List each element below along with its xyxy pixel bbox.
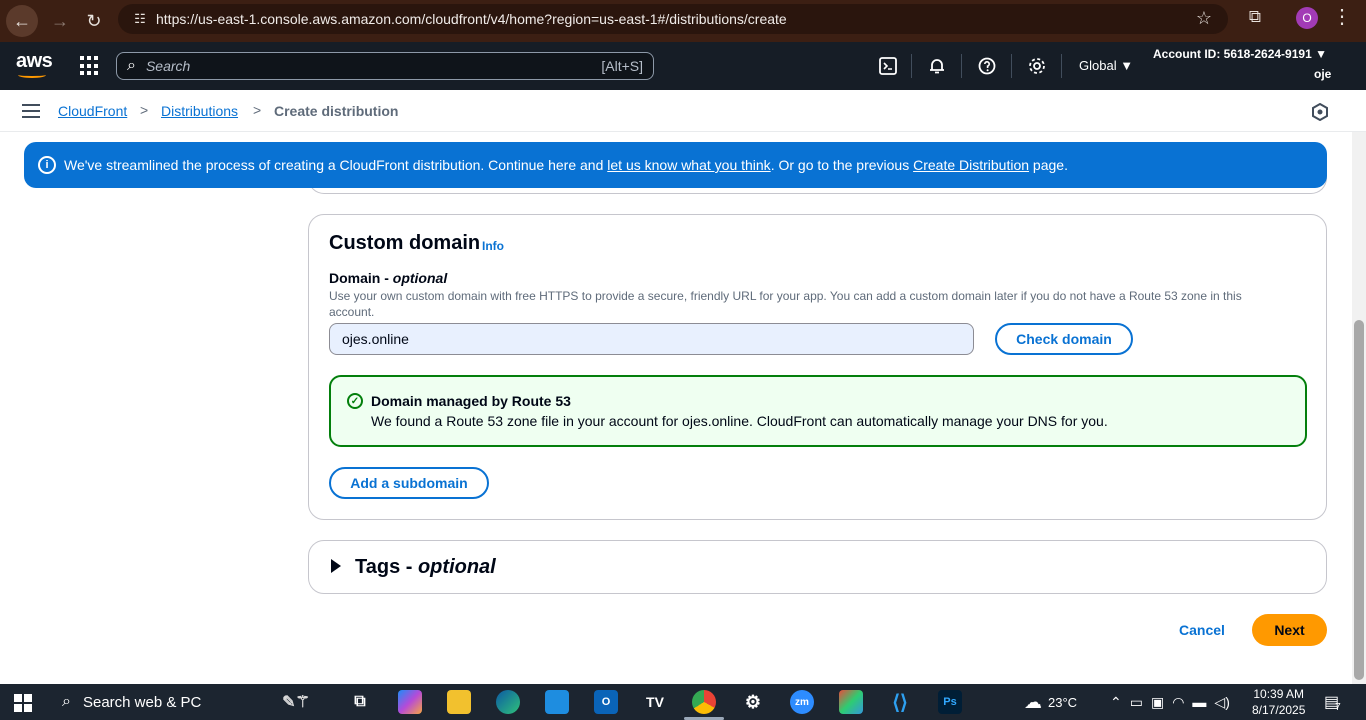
route53-success-alert: ✓ Domain managed by Route 53 We found a … — [329, 375, 1307, 447]
chevron-up-icon[interactable]: ⌃ — [1110, 694, 1122, 711]
system-clock[interactable]: 10:39 AM 8/17/2025 — [1252, 686, 1305, 718]
taskbar-search-text: Search web & PC — [82, 693, 202, 711]
info-link[interactable]: Info — [482, 239, 504, 253]
breadcrumb-bar: CloudFront > Distributions > Create dist… — [0, 90, 1366, 132]
outlook-icon[interactable]: O — [594, 690, 618, 714]
taskbar-search[interactable]: ⌕ Search web & PC — [50, 684, 201, 720]
volume-icon[interactable]: ◁) — [1214, 694, 1229, 711]
add-subdomain-button[interactable]: Add a subdomain — [329, 467, 489, 499]
vscode-icon[interactable]: ⟨⟩ — [888, 690, 912, 714]
forward-button[interactable]: → — [44, 5, 76, 37]
chevron-right-icon: > — [140, 102, 149, 118]
store-icon[interactable] — [545, 690, 569, 714]
feedback-hex-icon[interactable] — [1311, 103, 1329, 121]
breadcrumb-distributions[interactable]: Distributions — [161, 103, 238, 119]
tradingview-icon[interactable]: TV — [643, 690, 667, 714]
check-circle-icon: ✓ — [347, 393, 363, 409]
app-diamond-icon[interactable] — [839, 690, 863, 714]
custom-domain-card: Custom domain Info Domain - optional Use… — [308, 214, 1327, 520]
windows-taskbar: ⌕ Search web & PC ✎⚚ ⧉ O TV ⚙ zm ⟨⟩ Ps ☁… — [0, 684, 1366, 720]
arrow-right-icon: → — [51, 10, 69, 31]
aws-logo[interactable]: aws — [16, 50, 53, 78]
notification-count: 7 — [1335, 701, 1341, 713]
aws-top-nav: aws ⌕ Search [Alt+S] Global ▼ Account ID… — [0, 42, 1366, 90]
chatgpt-icon[interactable]: ⚙ — [741, 690, 765, 714]
battery-icon[interactable]: ▬ — [1192, 694, 1206, 710]
tags-expandable-section[interactable]: Tags - optional — [308, 540, 1327, 594]
scrollbar-thumb[interactable] — [1354, 320, 1364, 680]
bookmark-star-icon[interactable]: ☆ — [1196, 8, 1212, 29]
cloudshell-icon[interactable] — [878, 56, 898, 76]
search-shortcut: [Alt+S] — [601, 58, 643, 74]
bell-icon[interactable] — [927, 56, 947, 76]
services-menu-icon[interactable] — [80, 56, 100, 76]
caret-right-icon — [331, 559, 341, 573]
feedback-link[interactable]: let us know what you think — [607, 157, 770, 173]
aws-smile-icon — [18, 72, 46, 78]
domain-field-label: Domain - optional — [329, 270, 448, 286]
zoom-icon[interactable]: zm — [790, 690, 814, 714]
search-icon: ⌕ — [127, 57, 136, 74]
chrome-icon[interactable] — [692, 690, 716, 714]
search-highlight-illustration-icon: ✎⚚ — [282, 694, 310, 711]
file-explorer-icon[interactable] — [447, 690, 471, 714]
url-text: https://us-east-1.console.aws.amazon.com… — [156, 11, 787, 27]
previous-create-distribution-link[interactable]: Create Distribution — [913, 157, 1029, 173]
check-domain-button[interactable]: Check domain — [995, 323, 1133, 355]
hamburger-menu-icon[interactable] — [22, 104, 40, 118]
info-icon: i — [38, 156, 56, 174]
clock-time: 10:39 AM — [1253, 687, 1305, 701]
site-settings-icon[interactable]: ☷ — [128, 11, 152, 27]
arrow-left-icon: ← — [13, 10, 31, 31]
meet-now-icon[interactable]: ▭ — [1130, 694, 1143, 711]
reload-icon: ↻ — [86, 10, 102, 31]
gear-icon[interactable] — [1027, 56, 1047, 76]
breadcrumb-cloudfront[interactable]: CloudFront — [58, 103, 127, 119]
notifications-button[interactable]: ▤ 7 — [1324, 684, 1341, 720]
domain-input[interactable]: ojes.online — [329, 323, 974, 355]
custom-domain-title: Custom domain — [329, 232, 481, 254]
weather-widget[interactable]: ☁ 23°C — [1024, 684, 1077, 720]
browser-menu-icon[interactable]: ⋮ — [1332, 4, 1352, 29]
search-icon: ⌕ — [62, 693, 71, 710]
account-menu[interactable]: Account ID: 5618-2624-9191 ▼ — [1153, 47, 1327, 61]
domain-field-description: Use your own custom domain with free HTT… — [329, 289, 1242, 319]
info-flashbar: i We've streamlined the process of creat… — [24, 142, 1327, 188]
system-tray: ⌃ ▭ ▣ ◠ ▬ ◁) — [1110, 684, 1230, 720]
user-name: oje — [1314, 67, 1332, 81]
photoshop-icon[interactable]: Ps — [938, 690, 962, 714]
cancel-button[interactable]: Cancel — [1179, 622, 1225, 638]
help-icon[interactable] — [977, 56, 997, 76]
task-view-icon[interactable]: ⧉ — [348, 690, 372, 714]
aws-logo-text: aws — [16, 50, 53, 72]
region-selector[interactable]: Global ▼ — [1079, 58, 1133, 73]
next-button[interactable]: Next — [1252, 614, 1327, 646]
address-bar[interactable]: ☷ https://us-east-1.console.aws.amazon.c… — [118, 4, 1228, 34]
browser-toolbar: ← → ↻ ☷ https://us-east-1.console.aws.am… — [0, 0, 1366, 42]
weather-temp: 23°C — [1048, 694, 1078, 710]
search-placeholder: Search — [145, 58, 191, 74]
edge-icon[interactable] — [496, 690, 520, 714]
copilot-icon[interactable] — [398, 690, 422, 714]
profile-avatar[interactable]: O — [1296, 7, 1318, 29]
chevron-right-icon: > — [253, 102, 262, 118]
clock-date: 8/17/2025 — [1252, 703, 1306, 717]
cloud-sun-icon: ☁ — [1024, 691, 1042, 712]
extensions-icon[interactable]: ⧉ — [1244, 7, 1266, 29]
windows-start-icon[interactable] — [14, 694, 32, 712]
search-input[interactable]: ⌕ Search [Alt+S] — [116, 52, 654, 80]
reload-button[interactable]: ↻ — [78, 5, 110, 37]
flash-message: We've streamlined the process of creatin… — [64, 157, 1068, 173]
display-icon[interactable]: ▣ — [1151, 694, 1164, 711]
breadcrumb-current: Create distribution — [274, 103, 399, 119]
success-title: Domain managed by Route 53 — [371, 393, 571, 409]
tags-title: Tags - optional — [355, 556, 496, 578]
back-button[interactable]: ← — [6, 5, 38, 37]
wifi-icon[interactable]: ◠ — [1172, 694, 1184, 711]
success-body: We found a Route 53 zone file in your ac… — [371, 413, 1108, 429]
